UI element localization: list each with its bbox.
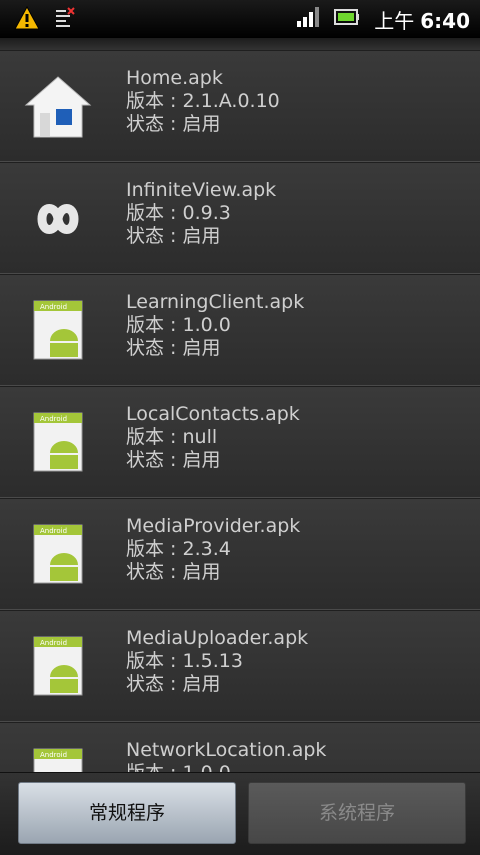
app-row[interactable]: Android NetworkLocation.apk 版本 : 1.0.0 — [0, 722, 480, 772]
status-bar: 上午 6:40 — [0, 0, 480, 38]
app-name: NetworkLocation.apk — [126, 739, 327, 761]
svg-text:Android: Android — [40, 639, 67, 647]
app-name: InfiniteView.apk — [126, 179, 277, 201]
app-state: 状态 : 启用 — [126, 225, 221, 247]
home-icon — [22, 71, 94, 143]
signal-icon — [296, 5, 320, 33]
app-state: 状态 : 启用 — [126, 113, 221, 135]
android-icon: Android — [22, 743, 94, 772]
app-row[interactable]: Android LearningClient.apk 版本 : 1.0.0 状态… — [0, 274, 480, 386]
app-row[interactable]: Android LocalContacts.apk 版本 : null 状态 :… — [0, 386, 480, 498]
app-version: 版本 : 0.9.3 — [126, 202, 231, 224]
tab-system-apps[interactable]: 系统程序 — [248, 782, 466, 844]
svg-text:Android: Android — [40, 415, 67, 423]
app-name: MediaProvider.apk — [126, 515, 301, 537]
app-state: 状态 : 启用 — [126, 337, 221, 359]
svg-text:Android: Android — [40, 751, 67, 759]
infinity-icon — [22, 183, 94, 255]
app-version: 版本 : 1.5.13 — [126, 650, 243, 672]
app-state: 状态 : 启用 — [126, 561, 221, 583]
battery-icon — [334, 8, 360, 30]
svg-text:Android: Android — [40, 527, 67, 535]
app-version: 版本 : null — [126, 426, 218, 448]
app-name: LocalContacts.apk — [126, 403, 300, 425]
app-list[interactable]: Home.apk 版本 : 2.1.A.0.10 状态 : 启用 Infinit… — [0, 38, 480, 772]
android-icon: Android — [22, 407, 94, 479]
list-top-fade — [0, 38, 480, 50]
svg-text:Android: Android — [40, 303, 67, 311]
clock-ampm: 上午 — [374, 8, 415, 33]
app-version: 版本 : 2.3.4 — [126, 538, 231, 560]
app-name: Home.apk — [126, 67, 223, 89]
app-version: 版本 : 1.0.0 — [126, 762, 326, 772]
app-version: 版本 : 1.0.0 — [126, 314, 231, 336]
usb-debug-icon — [54, 7, 76, 33]
clock-time: 6:40 — [420, 8, 470, 33]
app-name: LearningClient.apk — [126, 291, 305, 313]
clock: 上午 6:40 — [374, 5, 470, 34]
warning-icon — [14, 5, 40, 34]
bottom-tab-bar: 常规程序 系统程序 — [0, 772, 480, 855]
app-name: MediaUploader.apk — [126, 627, 309, 649]
app-version: 版本 : 2.1.A.0.10 — [126, 90, 280, 112]
app-state: 状态 : 启用 — [126, 449, 221, 471]
app-row[interactable]: Home.apk 版本 : 2.1.A.0.10 状态 : 启用 — [0, 50, 480, 162]
app-state: 状态 : 启用 — [126, 673, 221, 695]
android-icon: Android — [22, 519, 94, 591]
android-icon: Android — [22, 631, 94, 703]
app-row[interactable]: InfiniteView.apk 版本 : 0.9.3 状态 : 启用 — [0, 162, 480, 274]
tab-normal-apps[interactable]: 常规程序 — [18, 782, 236, 844]
app-row[interactable]: Android MediaProvider.apk 版本 : 2.3.4 状态 … — [0, 498, 480, 610]
android-icon: Android — [22, 295, 94, 367]
app-row[interactable]: Android MediaUploader.apk 版本 : 1.5.13 状态… — [0, 610, 480, 722]
